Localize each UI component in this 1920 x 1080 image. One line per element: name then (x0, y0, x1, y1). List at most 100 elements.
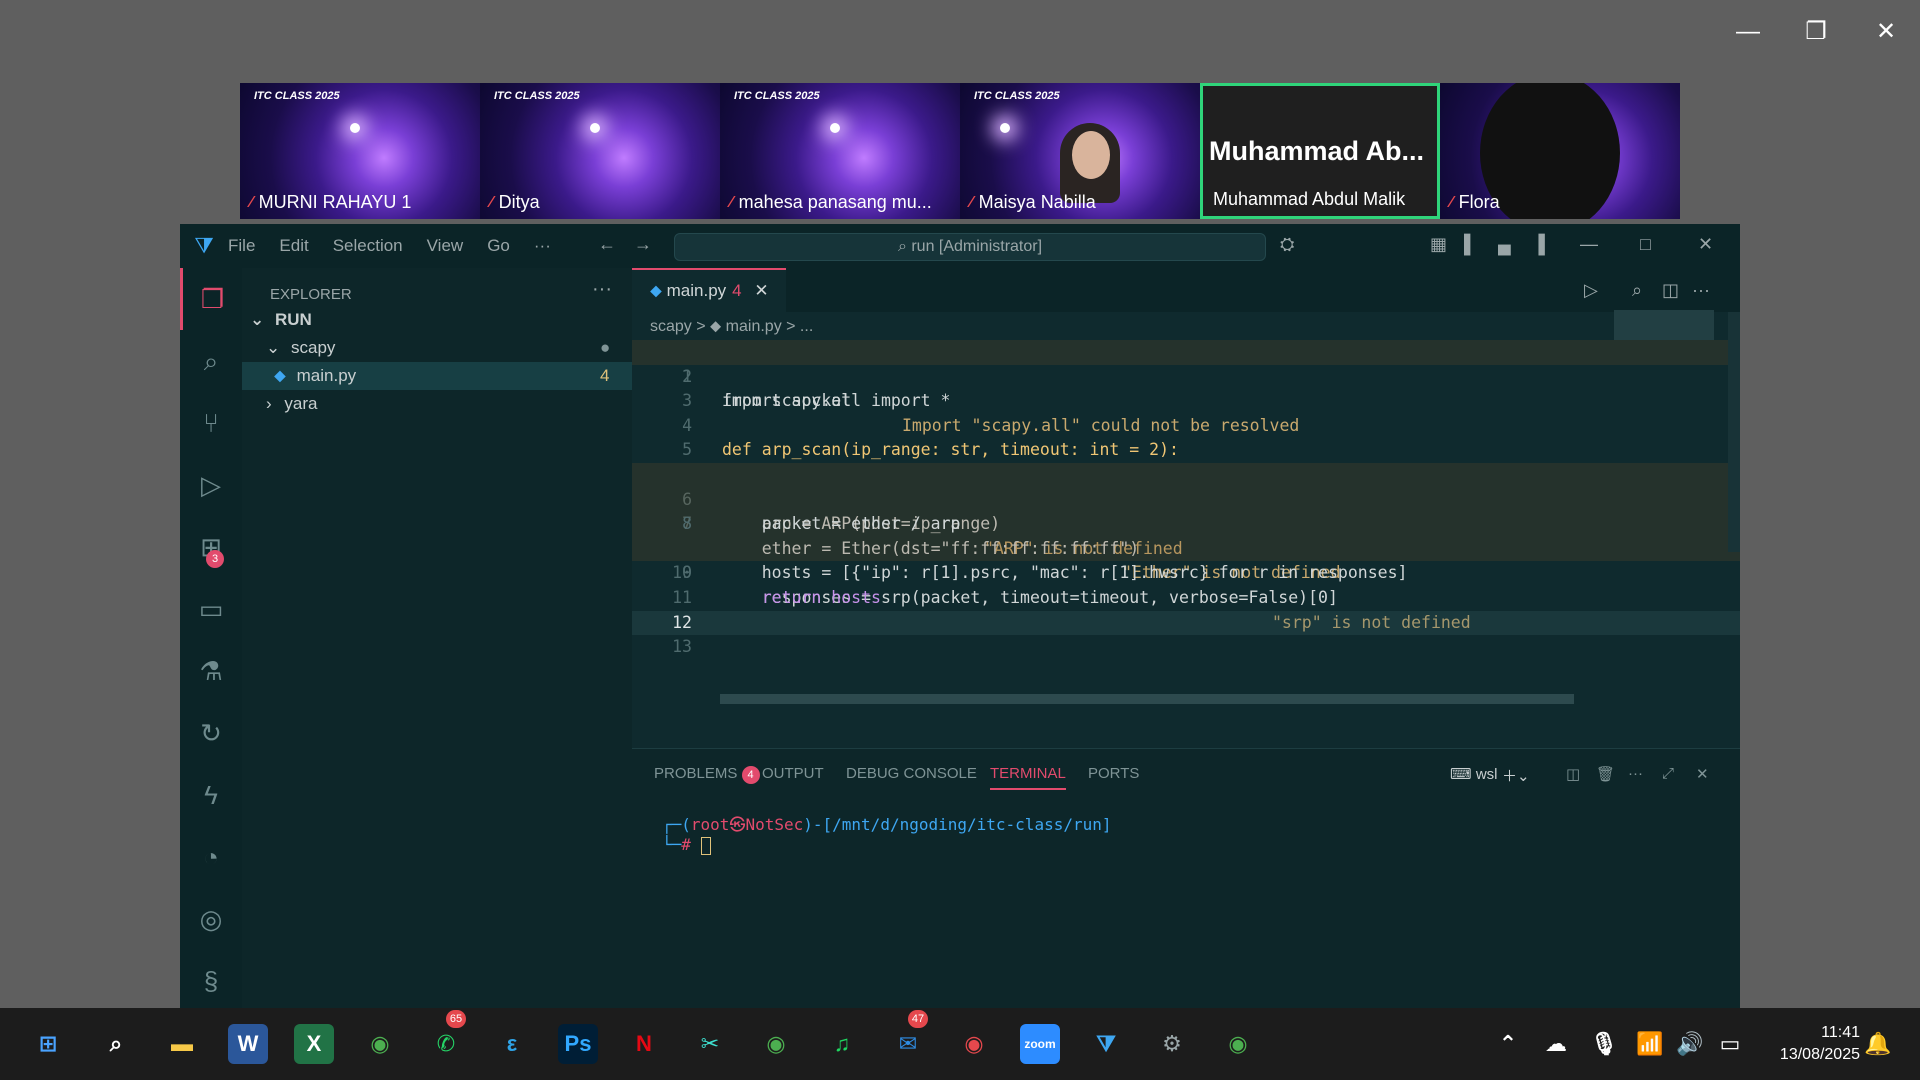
code-editor[interactable]: 1 from scapy.all import * Import "scapy.… (632, 340, 1740, 660)
python-icon[interactable]: § (180, 950, 242, 1012)
toggle-secondary-sidebar-icon[interactable]: ▐ (1532, 234, 1545, 255)
kill-terminal-icon[interactable]: 🗑 (1596, 765, 1615, 783)
split-editor-icon[interactable]: ◫ (1662, 280, 1679, 301)
extensions-icon[interactable]: ⊞ (180, 516, 242, 578)
windows-taskbar: ⊞ ⌕ ▬ W X ◉ ✆ 65 ε Ps N ✂ ◉ ♫ ✉ 47 ◉ zoo… (0, 1008, 1920, 1080)
active-speaker-tile[interactable]: Muhammad Ab... Muhammad Abdul Malik (1200, 83, 1440, 219)
tab-terminal[interactable]: TERMINAL (990, 765, 1066, 790)
zoom-icon[interactable]: zoom (1020, 1024, 1060, 1064)
tab-output[interactable]: OUTPUT (762, 765, 824, 782)
maximize-panel-icon[interactable]: ⤢ (1662, 765, 1674, 782)
taskbar-clock[interactable]: 11:41 13/08/2025 (1780, 1022, 1860, 1066)
volume-icon[interactable]: 🔊 (1670, 1024, 1710, 1064)
window-maximize-icon[interactable]: □ (1640, 234, 1651, 255)
layout-icon[interactable]: ▦ (1430, 234, 1447, 255)
vscode-taskbar-icon[interactable]: ⧩ (1086, 1024, 1126, 1064)
tree-root-run[interactable]: ⌄ RUN (242, 306, 632, 334)
netflix-icon[interactable]: N (624, 1024, 664, 1064)
split-terminal-icon[interactable]: ◫ (1566, 765, 1580, 783)
settings-gear-icon[interactable]: ⚙ (1152, 1024, 1192, 1064)
window-close-icon[interactable]: ✕ (1698, 234, 1713, 255)
menu-go[interactable]: Go (487, 236, 510, 256)
tab-error-count: 4 (732, 281, 742, 300)
tree-folder-scapy[interactable]: ⌄ scapy ● (242, 334, 632, 362)
horizontal-scrollbar[interactable] (720, 694, 1574, 704)
spotify-icon[interactable]: ♫ (822, 1024, 862, 1064)
vertical-scrollbar[interactable] (1728, 312, 1740, 552)
code-line-current: 12 (632, 610, 1740, 636)
zoom-restore-button[interactable]: ❐ (1796, 14, 1836, 50)
explorer-icon[interactable]: ❐ (180, 268, 242, 330)
search-icon[interactable]: ⌕ (1632, 280, 1642, 301)
whatsapp-icon[interactable]: ✆ (426, 1024, 466, 1064)
participant-tile[interactable]: ITC CLASS 2025 ⁄ Maisya Nabilla (960, 83, 1200, 219)
copilot-icon[interactable]: ⛭ (1280, 234, 1294, 255)
microphone-icon[interactable]: 🎙 (1584, 1024, 1624, 1064)
run-debug-icon[interactable]: ▷ (180, 454, 242, 516)
explorer-more-icon[interactable]: ··· (592, 278, 612, 301)
participant-tile[interactable]: ⁄ Flora (1440, 83, 1680, 219)
zoom-minimize-button[interactable]: — (1728, 14, 1768, 50)
activity-bar: ❐ ⌕ ⑂ ▷ ⊞ 3 ▭ ⚗ ↻ ϟ ◔ ◎ § (180, 268, 242, 1008)
chrome-icon[interactable]: ◉ (360, 1024, 400, 1064)
menu-file[interactable]: File (228, 236, 255, 256)
back-arrow-icon[interactable]: ← (598, 234, 616, 255)
search-icon[interactable]: ⌕ (180, 330, 242, 392)
tab-problems[interactable]: PROBLEMS 4 (654, 765, 760, 784)
more-icon[interactable]: ··· (1628, 765, 1643, 782)
live-share-icon[interactable]: ↻ (180, 702, 242, 764)
code-line: 9 responses = srp(packet, timeout=timeou… (632, 536, 1740, 632)
tab-ports[interactable]: PORTS (1088, 765, 1139, 782)
breadcrumb[interactable]: scapy > ⬥ main.py > ... (650, 318, 813, 336)
wifi-icon[interactable]: 📶 (1630, 1024, 1670, 1064)
file-explorer-icon[interactable]: ▬ (162, 1024, 202, 1064)
terminal-shell-selector[interactable]: ⌨ wsl (1450, 765, 1498, 783)
menu-selection[interactable]: Selection (333, 236, 403, 256)
menu-edit[interactable]: Edit (279, 236, 308, 256)
terminal-output[interactable]: ┌─(root㉿NotSec)-[/mnt/d/ngoding/itc-clas… (662, 811, 1112, 855)
capcut-icon[interactable]: ✂ (690, 1024, 730, 1064)
tab-main-py[interactable]: ⬥ main.py 4 ✕ (632, 268, 786, 312)
onedrive-cloud-icon[interactable]: ☁ (1536, 1024, 1576, 1064)
chrome-profile-3-icon[interactable]: ◉ (1218, 1024, 1258, 1064)
tab-debug-console[interactable]: DEBUG CONSOLE (846, 765, 977, 782)
edge-icon[interactable]: ε (492, 1024, 532, 1064)
close-panel-icon[interactable]: ✕ (1696, 765, 1709, 783)
windows-start-icon[interactable]: ⊞ (28, 1024, 68, 1064)
chrome-profile-icon[interactable]: ◉ (756, 1024, 796, 1064)
run-python-icon[interactable]: ▷ (1584, 280, 1598, 301)
participant-tile[interactable]: ITC CLASS 2025 ⁄ mahesa panasang mu... (720, 83, 960, 219)
mail-icon[interactable]: ✉ (888, 1024, 928, 1064)
photoshop-icon[interactable]: Ps (558, 1024, 598, 1064)
menu-more[interactable]: ··· (534, 236, 551, 256)
notification-icon[interactable]: 🔔 (1858, 1024, 1898, 1064)
testing-icon[interactable]: ⚗ (180, 640, 242, 702)
search-icon[interactable]: ⌕ (96, 1024, 136, 1064)
command-center-search[interactable]: ⌕ run [Administrator] (674, 233, 1266, 261)
tree-folder-yara[interactable]: › yara (242, 390, 632, 418)
tree-file-main-py[interactable]: ⬥ main.py 4 (242, 362, 632, 390)
git-graph-icon[interactable]: ◔ (180, 826, 242, 888)
source-control-icon[interactable]: ⑂ (180, 392, 242, 454)
chrome-profile-2-icon[interactable]: ◉ (954, 1024, 994, 1064)
zoom-close-button[interactable]: ✕ (1866, 14, 1906, 50)
participant-tile[interactable]: ITC CLASS 2025 ⁄ MURNI RAHAYU 1 (240, 83, 480, 219)
toggle-panel-icon[interactable]: ▄ (1498, 234, 1511, 255)
word-icon[interactable]: W (228, 1024, 268, 1064)
thunder-client-icon[interactable]: ϟ (180, 764, 242, 826)
chevron-up-icon[interactable]: ⌃ (1488, 1024, 1528, 1064)
excel-icon[interactable]: X (294, 1024, 334, 1064)
settings-sync-icon[interactable]: ◎ (180, 888, 242, 950)
toggle-sidebar-icon[interactable]: ▌ (1464, 234, 1477, 255)
more-actions-icon[interactable]: ··· (1692, 280, 1710, 301)
participant-tile[interactable]: ITC CLASS 2025 ⁄ Ditya (480, 83, 720, 219)
mic-muted-icon: ⁄ (250, 193, 253, 211)
window-minimize-icon[interactable]: — (1580, 234, 1598, 255)
menu-view[interactable]: View (427, 236, 464, 256)
minimap[interactable] (1614, 310, 1714, 340)
new-terminal-icon[interactable]: ＋⌄ (1502, 765, 1530, 786)
remote-explorer-icon[interactable]: ▭ (180, 578, 242, 640)
tab-close-icon[interactable]: ✕ (754, 281, 768, 300)
battery-icon[interactable]: ▭ (1710, 1024, 1750, 1064)
forward-arrow-icon[interactable]: → (634, 234, 652, 255)
